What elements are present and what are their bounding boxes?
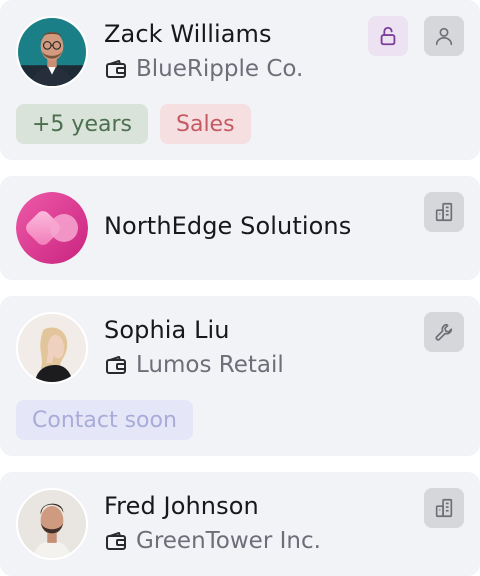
avatar xyxy=(16,16,88,88)
tag-chip[interactable]: +5 years xyxy=(16,104,148,144)
wrench-icon xyxy=(435,323,453,341)
contact-name: Sophia Liu xyxy=(104,316,230,344)
company-row: GreenTower Inc. xyxy=(104,528,321,554)
company-row: Lumos Retail xyxy=(104,352,284,378)
company-name: GreenTower Inc. xyxy=(136,528,321,554)
contact-name: NorthEdge Solutions xyxy=(104,212,352,240)
tag-chip[interactable]: Contact soon xyxy=(16,400,193,440)
company-row: BlueRipple Co. xyxy=(104,56,303,82)
avatar xyxy=(16,312,88,384)
company-name: Lumos Retail xyxy=(136,352,284,378)
contact-card[interactable]: NorthEdge Solutions xyxy=(0,176,480,280)
user-icon xyxy=(435,27,453,46)
company-logo xyxy=(16,192,88,264)
contact-name: Fred Johnson xyxy=(104,492,259,520)
contact-card[interactable]: Sophia Liu Lumos Retail Contact soon xyxy=(0,296,480,456)
lock-button[interactable] xyxy=(368,16,408,56)
company-name: BlueRipple Co. xyxy=(136,56,304,82)
wallet-icon xyxy=(106,60,126,78)
tag-chip[interactable]: Sales xyxy=(160,104,251,144)
building-icon xyxy=(435,202,453,222)
wallet-icon xyxy=(106,532,126,550)
contact-name: Zack Williams xyxy=(104,20,272,48)
service-button[interactable] xyxy=(424,312,464,352)
person-button[interactable] xyxy=(424,16,464,56)
contact-card[interactable]: Zack Williams BlueRipple Co. +5 years Sa… xyxy=(0,0,480,160)
contact-card[interactable]: Fred Johnson GreenTower Inc. xyxy=(0,472,480,576)
building-icon xyxy=(435,498,453,518)
organization-button[interactable] xyxy=(424,488,464,528)
wallet-icon xyxy=(106,356,126,374)
lock-open-icon xyxy=(380,26,396,46)
avatar xyxy=(16,488,88,560)
organization-button[interactable] xyxy=(424,192,464,232)
